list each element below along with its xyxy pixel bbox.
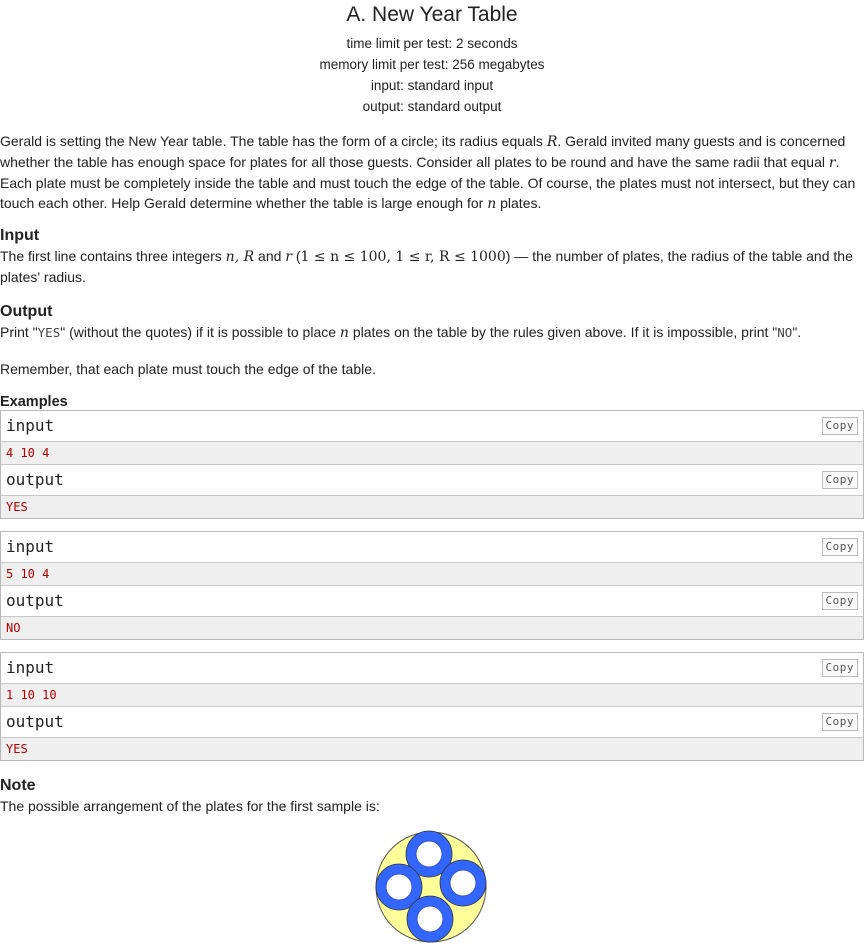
math-r: r <box>828 155 836 171</box>
copy-button[interactable]: Copy <box>821 538 858 556</box>
plate <box>439 859 487 907</box>
problem-statement: Gerald is setting the New Year table. Th… <box>0 133 856 212</box>
note-title: Note <box>0 777 36 794</box>
input-spec: input: standard input <box>370 78 494 93</box>
note-section: Note The possible arrangement of the pla… <box>0 776 864 816</box>
example-3: input Copy 1 10 10 output Copy YES <box>0 652 864 761</box>
example-2: input Copy 5 10 4 output Copy NO <box>0 531 864 640</box>
math-R: R <box>546 134 558 150</box>
example-input-data: 4 10 4 <box>1 442 863 465</box>
output-title: Output <box>0 303 53 320</box>
copy-button[interactable]: Copy <box>821 592 858 610</box>
input-section: Input The first line contains three inte… <box>0 226 864 287</box>
example-output-label: output <box>6 712 64 731</box>
math-n: n <box>487 196 497 212</box>
plate <box>406 895 454 943</box>
example-1: input Copy 4 10 4 output Copy YES <box>0 410 864 519</box>
plates-illustration <box>375 830 487 943</box>
remember-text: Remember, that each plate must touch the… <box>0 361 376 377</box>
example-input-label: input <box>6 416 55 435</box>
output-section: Output Print "YES" (without the quotes) … <box>0 302 864 379</box>
example-input-label: input <box>6 658 55 677</box>
note-text: The possible arrangement of the plates f… <box>0 798 380 814</box>
example-input-data: 1 10 10 <box>1 684 863 707</box>
output-spec: output: standard output <box>362 99 502 114</box>
copy-button[interactable]: Copy <box>821 471 858 489</box>
input-title: Input <box>0 227 40 244</box>
example-input-data: 5 10 4 <box>1 563 863 586</box>
example-output-label: output <box>6 470 64 489</box>
copy-button[interactable]: Copy <box>821 417 858 435</box>
problem-title: A. New Year Table <box>346 3 518 26</box>
copy-button[interactable]: Copy <box>821 659 858 677</box>
example-output-label: output <box>6 591 64 610</box>
constraint-math: 1 ≤ n ≤ 100, 1 ≤ r, R ≤ 1000 <box>300 249 506 265</box>
problem-header: A. New Year Table time limit per test: 2… <box>0 0 864 117</box>
example-output-data: NO <box>1 617 863 639</box>
example-output-data: YES <box>1 496 863 518</box>
memory-limit: memory limit per test: 256 megabytes <box>319 57 545 72</box>
copy-button[interactable]: Copy <box>821 713 858 731</box>
time-limit: time limit per test: 2 seconds <box>346 36 518 51</box>
example-input-label: input <box>6 537 55 556</box>
examples-title: Examples <box>0 394 68 410</box>
example-output-data: YES <box>1 738 863 760</box>
